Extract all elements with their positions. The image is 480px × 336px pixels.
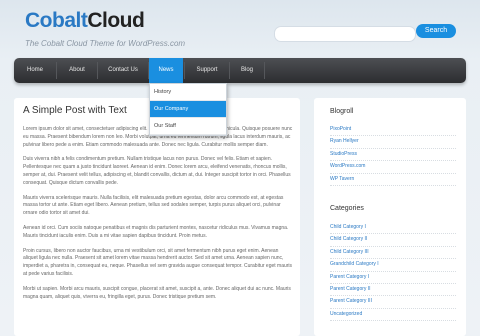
dropdown-item-our-company[interactable]: Our Company bbox=[150, 101, 226, 118]
category-link[interactable]: Grandchild Category I bbox=[330, 259, 456, 272]
nav-separator bbox=[264, 62, 265, 79]
category-link[interactable]: Child Category I bbox=[330, 222, 456, 235]
news-dropdown-menu: History Our Company Our Staff bbox=[149, 83, 227, 136]
nav-item-news[interactable]: News bbox=[149, 58, 183, 83]
categories-heading: Categories bbox=[330, 205, 364, 212]
post-paragraph: Morbi ut sapien. Morbi arcu mauris, susc… bbox=[23, 285, 291, 300]
nav-item-about[interactable]: About bbox=[57, 58, 97, 83]
dropdown-item-our-staff[interactable]: Our Staff bbox=[150, 118, 226, 135]
nav-item-contact-us[interactable]: Contact Us bbox=[98, 58, 148, 83]
category-link[interactable]: Child Category III bbox=[330, 247, 456, 260]
logo-text-cobalt: Cobalt bbox=[25, 9, 88, 32]
sidebar: Blogroll PixoPoint Ryan Hellyer StudioPr… bbox=[314, 98, 466, 336]
site-logo[interactable]: CobaltCloud bbox=[25, 9, 145, 33]
logo-text-cloud: Cloud bbox=[87, 9, 145, 32]
category-link[interactable]: Parent Category II bbox=[330, 284, 456, 297]
blogroll-link[interactable]: Ryan Hellyer bbox=[330, 136, 456, 149]
nav-item-blog[interactable]: Blog bbox=[230, 58, 264, 83]
post-body: Lorem ipsum dolor sit amet, consectetuer… bbox=[23, 126, 293, 308]
category-link[interactable]: Parent Category III bbox=[330, 296, 456, 309]
category-link[interactable]: Uncategorized bbox=[330, 309, 456, 322]
blogroll-link[interactable]: StudioPress bbox=[330, 149, 456, 162]
blogroll-heading: Blogroll bbox=[330, 108, 354, 115]
post-paragraph: Mauris viverra scelerisque mauris. Nulla… bbox=[23, 194, 284, 217]
dropdown-item-history[interactable]: History bbox=[150, 84, 226, 101]
nav-item-support[interactable]: Support bbox=[185, 58, 229, 83]
post-paragraph: Duis viverra nibh a felis condimentum pr… bbox=[23, 156, 291, 186]
main-navigation: Home About Contact Us News Support Blog bbox=[14, 58, 466, 83]
blogroll-link[interactable]: WordPress.com bbox=[330, 161, 456, 174]
blogroll-link[interactable]: WP Tavern bbox=[330, 174, 456, 186]
search-button[interactable]: Search bbox=[416, 24, 456, 38]
nav-item-home[interactable]: Home bbox=[14, 58, 56, 83]
post-title[interactable]: A Simple Post with Text bbox=[23, 105, 127, 116]
post-paragraph: Proin cursus, libero non auctor faucibus… bbox=[23, 247, 293, 277]
blogroll-link[interactable]: PixoPoint bbox=[330, 124, 456, 137]
site-tagline: The Cobalt Cloud Theme for WordPress.com bbox=[25, 39, 186, 48]
category-link[interactable]: Parent Category I bbox=[330, 272, 456, 284]
post-paragraph: Aenean id orci. Cum sociis natoque penat… bbox=[23, 224, 289, 239]
category-link[interactable]: Child Category II bbox=[330, 234, 456, 247]
categories-list: Child Category I Child Category II Child… bbox=[330, 222, 456, 322]
search-input[interactable] bbox=[274, 26, 416, 42]
blogroll-list: PixoPoint Ryan Hellyer StudioPress WordP… bbox=[330, 124, 456, 186]
